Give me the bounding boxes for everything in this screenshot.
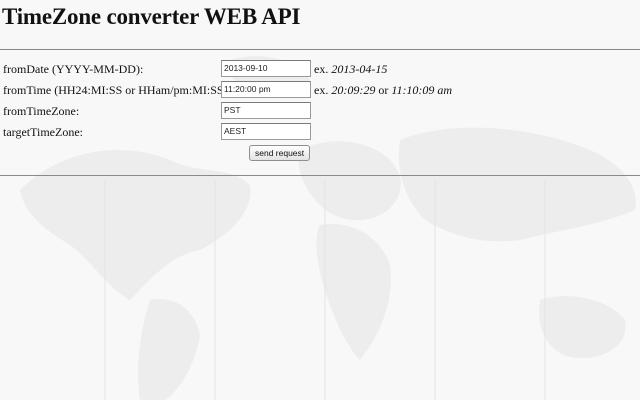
from-timezone-input[interactable]: PST [221, 102, 311, 119]
from-time-input[interactable]: 11:20:00 pm [221, 81, 311, 98]
form-row-from-time: fromTime (HH24:MI:SS or HHam/pm:MI:SS): … [0, 81, 640, 101]
from-timezone-label: fromTimeZone: [3, 104, 80, 118]
page-title: TimeZone converter WEB API [2, 4, 301, 29]
example-value-ampm: 11:10:09 am [391, 83, 453, 97]
from-time-example: ex. 20:09:29 or 11:10:09 am [314, 83, 452, 98]
from-time-label: fromTime (HH24:MI:SS or HHam/pm:MI:SS): [3, 83, 231, 97]
from-date-label: fromDate (YYYY-MM-DD): [3, 62, 144, 76]
from-date-example: ex. 2013-04-15 [314, 62, 387, 77]
example-or: or [378, 83, 389, 97]
from-date-input[interactable]: 2013-09-10 [221, 60, 311, 77]
form-row-target-timezone: targetTimeZone: AEST [0, 123, 640, 143]
top-divider [0, 49, 640, 50]
example-prefix: ex. [314, 83, 329, 97]
example-value: 2013-04-15 [331, 62, 388, 76]
target-timezone-label: targetTimeZone: [3, 125, 83, 139]
target-timezone-input[interactable]: AEST [221, 123, 311, 140]
send-request-button[interactable]: send request [249, 145, 311, 161]
form-row-from-timezone: fromTimeZone: PST [0, 102, 640, 122]
form-row-from-date: fromDate (YYYY-MM-DD): 2013-09-10 ex. 20… [0, 60, 640, 80]
bottom-divider [0, 175, 640, 176]
example-prefix: ex. [314, 62, 329, 76]
example-value-24h: 20:09:29 [331, 83, 376, 97]
